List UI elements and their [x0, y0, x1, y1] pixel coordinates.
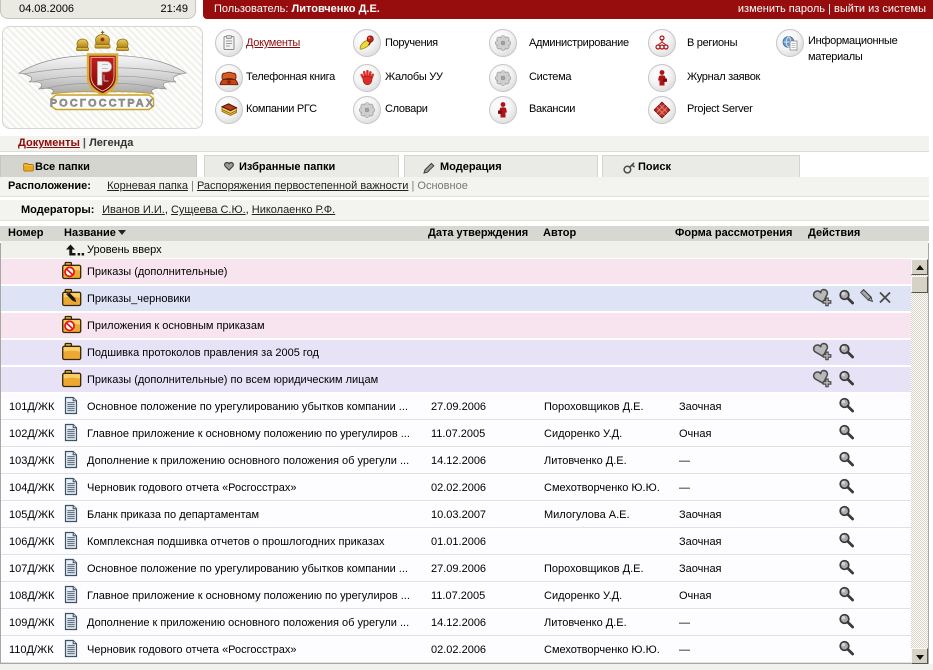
svg-text:РОСГОССТРАХ: РОСГОССТРАХ — [50, 97, 155, 109]
